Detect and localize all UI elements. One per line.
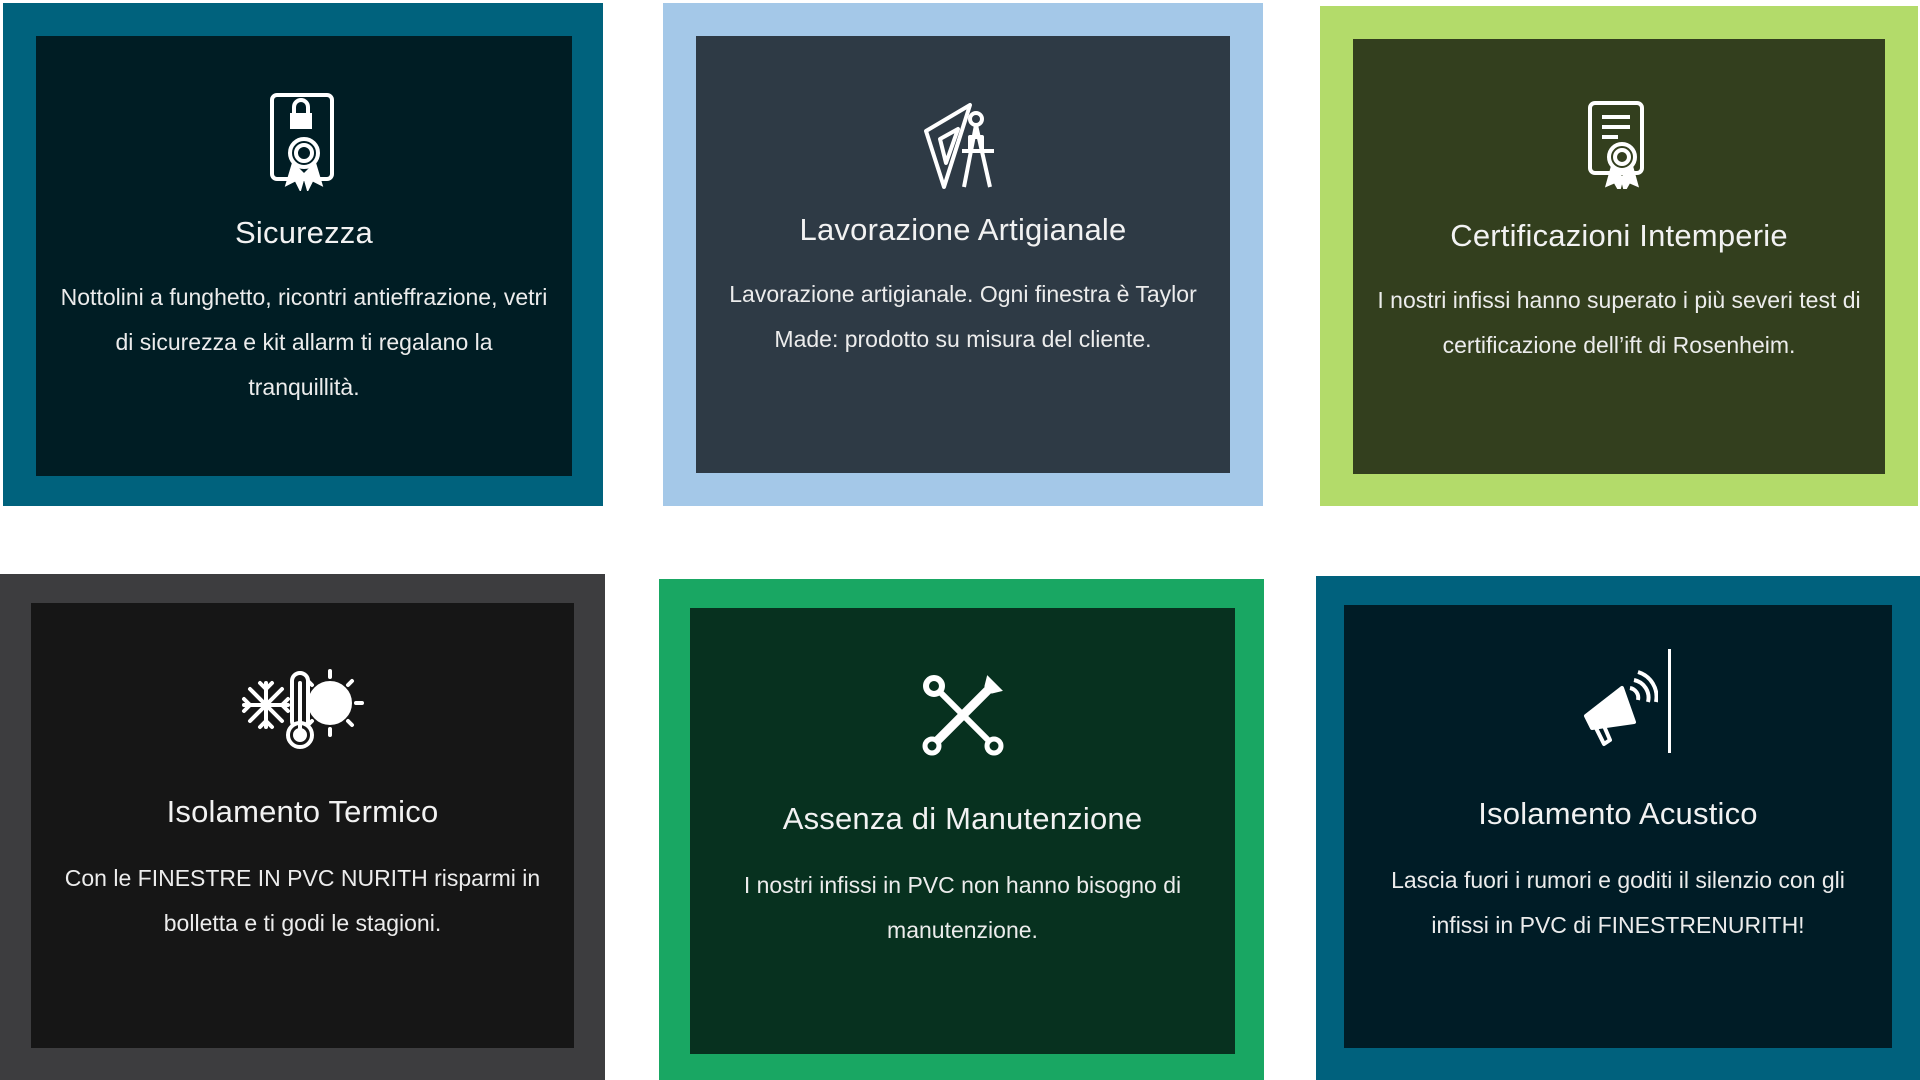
- card-inner: Isolamento Acustico Lascia fuori i rumor…: [1344, 605, 1892, 1048]
- card-title: Lavorazione Artigianale: [799, 212, 1127, 247]
- card-title: Assenza di Manutenzione: [782, 801, 1143, 836]
- lock-certificate-icon: [234, 86, 374, 196]
- card-isolamento-termico: Isolamento Termico Con le FINESTRE IN PV…: [0, 574, 605, 1080]
- card-text: Con le FINESTRE IN PVC NURITH risparmi i…: [64, 865, 541, 937]
- card-title: Certificazioni Intemperie: [1450, 218, 1788, 253]
- card-inner: Assenza di Manutenzione I nostri infissi…: [690, 608, 1235, 1054]
- card-isolamento-acustico: Isolamento Acustico Lascia fuori i rumor…: [1316, 576, 1920, 1080]
- card-inner: Sicurezza Nottolini a funghetto, ricontr…: [36, 36, 572, 476]
- card-lavorazione-artigianale: Lavorazione Artigianale Lavorazione arti…: [663, 3, 1263, 506]
- drafting-tools-icon: [893, 91, 1033, 201]
- card-assenza-di-manutenzione: Assenza di Manutenzione I nostri infissi…: [659, 579, 1264, 1080]
- card-text: Lascia fuori i rumori e goditi il silenz…: [1391, 867, 1845, 939]
- megaphone-icon: [1548, 649, 1688, 765]
- card-text: Lavorazione artigianale. Ogni finestra è…: [729, 281, 1197, 353]
- card-inner: Certificazioni Intemperie I nostri infis…: [1353, 39, 1885, 474]
- card-sicurezza: Sicurezza Nottolini a funghetto, ricontr…: [3, 3, 603, 506]
- card-text: Nottolini a funghetto, ricontri antieffr…: [60, 284, 548, 401]
- thermometer-snow-sun-icon: [233, 653, 373, 763]
- card-inner: Lavorazione Artigianale Lavorazione arti…: [696, 36, 1230, 473]
- wrench-screwdriver-icon: [893, 660, 1033, 770]
- card-title: Sicurezza: [235, 215, 373, 250]
- card-text: I nostri infissi hanno superato i più se…: [1377, 287, 1861, 359]
- card-inner: Isolamento Termico Con le FINESTRE IN PV…: [31, 603, 574, 1048]
- card-title: Isolamento Acustico: [1478, 796, 1758, 831]
- card-text: I nostri infissi in PVC non hanno bisogn…: [743, 872, 1182, 944]
- card-certificazioni-intemperie: Certificazioni Intemperie I nostri infis…: [1320, 6, 1918, 506]
- certificate-document-icon: [1549, 89, 1689, 199]
- card-title: Isolamento Termico: [166, 794, 439, 829]
- divider-line: [1668, 649, 1671, 753]
